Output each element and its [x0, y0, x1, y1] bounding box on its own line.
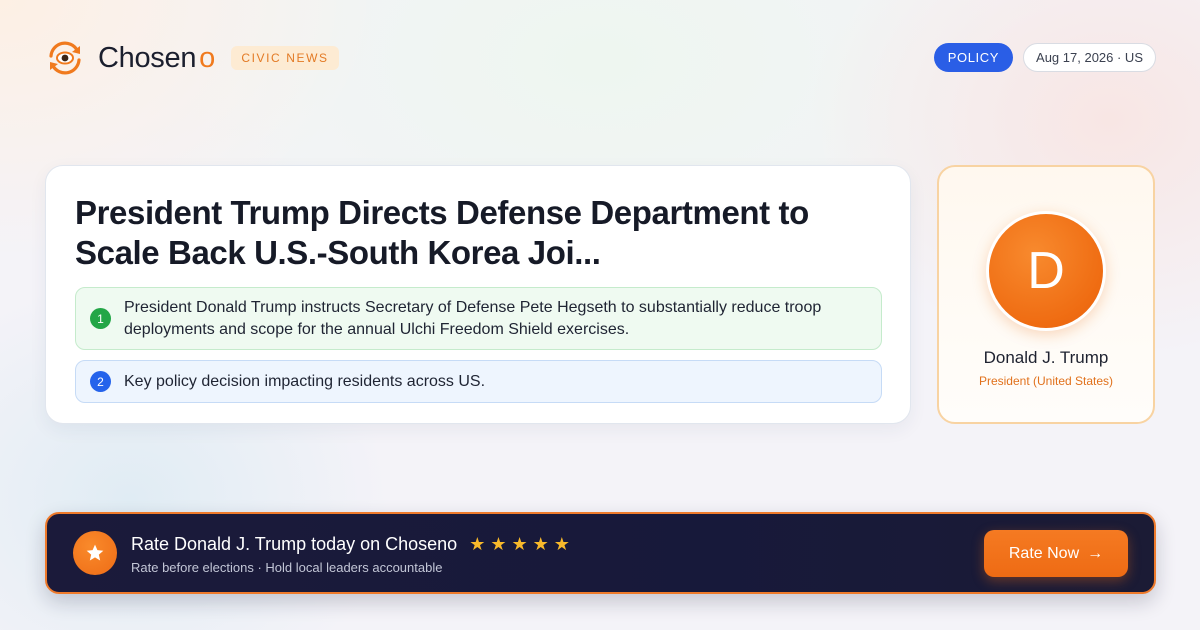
point-text-1: President Donald Trump instructs Secreta… — [124, 298, 822, 338]
person-role: President (United States) — [978, 374, 1114, 388]
eye-refresh-icon — [49, 41, 81, 75]
rating-stars: ★★★★★ — [469, 534, 575, 554]
brand-suffix: o — [199, 41, 216, 74]
avatar-ring: D — [986, 211, 1106, 331]
person-name: Donald J. Trump — [983, 348, 1109, 367]
point-number-2: 2 — [90, 371, 111, 392]
header-meta: POLICY Aug 17, 2026 · US — [933, 43, 1156, 72]
section-badge: CIVIC NEWS — [231, 46, 339, 70]
person-card[interactable]: D Donald J. Trump President (United Stat… — [937, 165, 1155, 424]
point-number-1: 1 — [90, 308, 111, 329]
rate-cta-banner[interactable]: Rate Donald J. Trump today on Choseno ★★… — [45, 512, 1156, 594]
key-point-1: 1 President Donald Trump instructs Secre… — [75, 287, 882, 350]
cta-title-text: Rate Donald J. Trump today on Choseno — [131, 534, 458, 554]
star-icon — [86, 544, 104, 561]
article-title-text: President Trump Directs Defense Departme… — [75, 194, 809, 271]
cta-title: Rate Donald J. Trump today on Choseno ★★… — [131, 534, 575, 555]
point-text-2: Key policy decision impacting residents … — [124, 372, 486, 390]
date-location-pill: Aug 17, 2026 · US — [1023, 43, 1156, 72]
arrow-right-icon: → — [1087, 544, 1104, 562]
brand[interactable]: Chosen o CIVIC NEWS — [46, 38, 339, 78]
article-card[interactable]: President Trump Directs Defense Departme… — [45, 165, 911, 424]
rate-now-label: Rate Now — [1008, 544, 1080, 562]
key-point-2: 2 Key policy decision impacting resident… — [75, 360, 882, 403]
avatar: D — [989, 214, 1103, 328]
category-pill[interactable]: POLICY — [933, 43, 1014, 72]
star-badge — [73, 531, 117, 575]
rate-now-button[interactable]: Rate Now → — [984, 530, 1128, 577]
brand-name: Chosen — [98, 41, 197, 74]
article-title: President Trump Directs Defense Departme… — [75, 193, 882, 273]
cta-subtitle: Rate before elections · Hold local leade… — [131, 560, 443, 575]
